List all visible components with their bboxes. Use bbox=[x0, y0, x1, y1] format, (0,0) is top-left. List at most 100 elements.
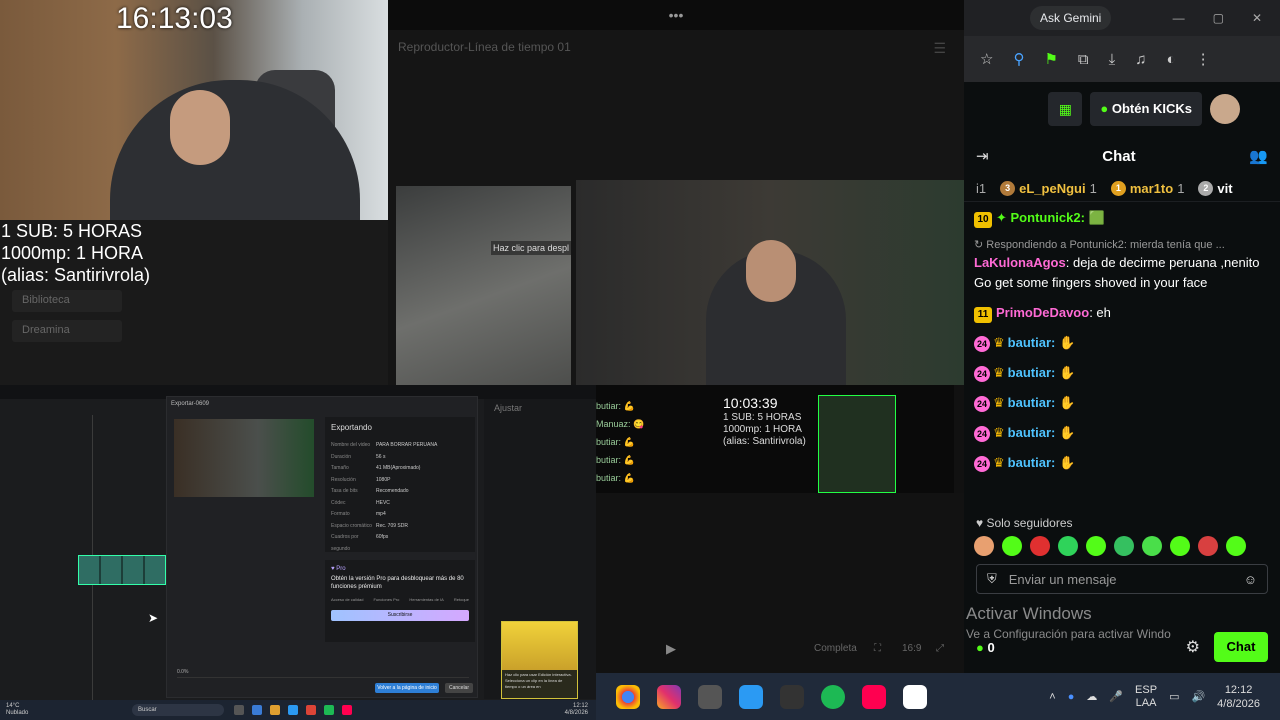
chat-message[interactable]: 24 ♛ bautiar: ✋ bbox=[974, 363, 1270, 383]
app-icon[interactable] bbox=[270, 705, 280, 715]
subscribe-button[interactable]: Suscribirse bbox=[331, 610, 469, 621]
emote: ✋ bbox=[1059, 455, 1076, 470]
chat-message[interactable]: 24 ♛ bautiar: ✋ bbox=[974, 423, 1270, 443]
chat-input[interactable]: ⛨ Enviar un mensaje ☺ bbox=[976, 564, 1268, 594]
vscode-icon[interactable] bbox=[739, 684, 763, 709]
taskbar-clock[interactable]: 12:12 4/8/2026 bbox=[1217, 683, 1280, 711]
app-icon[interactable] bbox=[288, 705, 298, 715]
chat-username[interactable]: bautiar: bbox=[1008, 395, 1056, 410]
weather-widget[interactable]: 14°C Nublado bbox=[0, 703, 110, 717]
emote-button[interactable] bbox=[1030, 536, 1050, 556]
extension-icon[interactable]: ⚲ bbox=[1013, 50, 1024, 68]
emote-button[interactable] bbox=[1086, 536, 1106, 556]
preview-clip-right[interactable] bbox=[576, 180, 964, 390]
chat-message[interactable]: 24 ♛ bautiar: ✋ bbox=[974, 393, 1270, 413]
chat-username[interactable]: bautiar: bbox=[1008, 335, 1056, 350]
pro-feature: Herramientas de IA bbox=[409, 597, 444, 602]
app-icon[interactable] bbox=[324, 705, 334, 715]
users-icon[interactable]: 👥 bbox=[1249, 147, 1268, 165]
profile-icon[interactable]: ◐ bbox=[1167, 51, 1176, 68]
emoji-icon[interactable]: ☺ bbox=[1244, 572, 1257, 587]
cancel-button[interactable]: Cancelar bbox=[445, 683, 473, 693]
chat-message[interactable]: 11 PrimoDeDavoo: eh bbox=[974, 303, 1270, 323]
emote-button[interactable] bbox=[974, 536, 994, 556]
spotify-icon[interactable] bbox=[821, 684, 845, 709]
bookmark-star-icon[interactable]: ☆ bbox=[980, 50, 993, 68]
fullscreen-icon[interactable]: ⤢ bbox=[936, 643, 944, 654]
kicks-balance[interactable]: ● 0 bbox=[976, 640, 995, 655]
maximize-icon[interactable]: ▢ bbox=[1213, 11, 1224, 25]
windows-taskbar: ˄ ● ☁ 🎤 ESP LAA ▭ 🔊 12:12 4/8/2026 bbox=[596, 673, 1280, 720]
preview-clip-left[interactable]: Haz clic para despl bbox=[396, 186, 571, 385]
reply-context[interactable]: ↻ Respondiendo a Pontunick2: mierda tení… bbox=[974, 238, 1270, 251]
emote-button[interactable] bbox=[1198, 536, 1218, 556]
app-icon[interactable] bbox=[252, 705, 262, 715]
window-drag-handle[interactable]: ••• bbox=[388, 0, 964, 30]
cloud-icon[interactable]: ☁ bbox=[1086, 690, 1097, 703]
chat-message[interactable]: LaKulonaAgos: deja de decirme peruana ,n… bbox=[974, 253, 1270, 293]
extension-icon[interactable]: ⚑ bbox=[1044, 50, 1057, 68]
gifter[interactable]: 3 eL_peNgui 1 bbox=[1000, 181, 1097, 196]
emote-button[interactable] bbox=[1226, 536, 1246, 556]
puzzle-icon[interactable]: ⧉ bbox=[1078, 51, 1089, 68]
sidebar-item-biblioteca[interactable]: Biblioteca bbox=[12, 290, 122, 312]
gifter[interactable]: 1 mar1to 1 bbox=[1110, 181, 1184, 196]
obs-icon[interactable] bbox=[698, 684, 722, 709]
language-indicator[interactable]: ESP LAA bbox=[1135, 684, 1157, 710]
ask-gemini-button[interactable]: Ask Gemini bbox=[1030, 6, 1112, 30]
instagram-icon[interactable] bbox=[657, 684, 681, 709]
chevron-up-icon[interactable]: ˄ bbox=[1049, 691, 1055, 703]
play-icon[interactable]: ▶ bbox=[666, 641, 676, 657]
gear-icon[interactable]: ⚙ bbox=[1186, 637, 1200, 657]
timeline-clip[interactable] bbox=[78, 555, 166, 585]
emote-button[interactable] bbox=[1058, 536, 1078, 556]
adjust-tab[interactable]: Ajustar bbox=[484, 399, 596, 417]
emote-button[interactable] bbox=[1170, 536, 1190, 556]
microphone-icon[interactable]: 🎤 bbox=[1109, 690, 1123, 703]
emote-button[interactable] bbox=[1114, 536, 1134, 556]
chat-username[interactable]: bautiar: bbox=[1008, 425, 1056, 440]
chat-message[interactable]: 24 ♛ bautiar: ✋ bbox=[974, 453, 1270, 473]
chat-username[interactable]: PrimoDeDavoo bbox=[996, 305, 1089, 320]
chat-message[interactable]: 10 ✦ Pontunick2: 🟩 bbox=[974, 208, 1270, 228]
download-icon[interactable]: ⤓ bbox=[1109, 51, 1116, 68]
taskbar-date: 4/8/2026 bbox=[1217, 697, 1260, 710]
avatar[interactable] bbox=[1210, 94, 1240, 124]
chat-username[interactable]: LaKulonaAgos bbox=[974, 255, 1066, 270]
gifter[interactable]: 2 vit bbox=[1198, 181, 1233, 196]
taskbar-search[interactable]: Buscar bbox=[132, 704, 224, 716]
capcut-icon[interactable] bbox=[903, 684, 927, 709]
home-button[interactable]: Volver a la página de inicio bbox=[375, 683, 439, 693]
chat-username[interactable]: bautiar: bbox=[1008, 365, 1056, 380]
volume-icon[interactable]: 🔊 bbox=[1191, 690, 1205, 703]
chrome-icon[interactable] bbox=[616, 684, 640, 709]
export-property-row: Duración 56 s bbox=[331, 452, 469, 464]
kebab-menu-icon[interactable]: ⋮ bbox=[1196, 50, 1211, 68]
app-icon[interactable] bbox=[342, 705, 352, 715]
network-icon[interactable]: ▭ bbox=[1169, 690, 1179, 703]
camera-icon[interactable] bbox=[780, 684, 804, 709]
media-icon[interactable]: ♫ bbox=[1135, 51, 1146, 68]
focus-icon[interactable]: ⛶ bbox=[874, 643, 881, 654]
emote-button[interactable] bbox=[1142, 536, 1162, 556]
emote-button[interactable] bbox=[1002, 536, 1022, 556]
get-kicks-button[interactable]: ● Obtén KICKs bbox=[1090, 92, 1202, 126]
gift-icon[interactable]: ▦ bbox=[1048, 92, 1083, 126]
send-chat-button[interactable]: Chat bbox=[1214, 632, 1268, 662]
inner-taskbar-clock[interactable]: 12:12 4/8/2026 bbox=[565, 703, 596, 717]
chat-username[interactable]: Pontunick2: bbox=[1011, 210, 1085, 225]
sidebar-item-dreamina[interactable]: Dreamina bbox=[12, 320, 122, 342]
close-icon[interactable]: ✕ bbox=[1252, 11, 1262, 25]
collapse-chat-icon[interactable]: ⇥ bbox=[976, 147, 989, 165]
aspect-ratio-select[interactable]: 16:9 bbox=[902, 643, 921, 654]
app-icon[interactable] bbox=[306, 705, 316, 715]
minimize-icon[interactable]: — bbox=[1173, 11, 1185, 25]
chat-username[interactable]: bautiar: bbox=[1008, 455, 1056, 470]
menu-icon[interactable]: ☰ bbox=[933, 40, 946, 57]
tray-app-icon[interactable]: ● bbox=[1068, 691, 1075, 703]
app-icon[interactable] bbox=[234, 705, 244, 715]
tiktok-icon[interactable] bbox=[862, 684, 886, 709]
chat-message[interactable]: 24 ♛ bautiar: ✋ bbox=[974, 333, 1270, 353]
view-mode-select[interactable]: Completa bbox=[814, 643, 857, 654]
export-property-row: Espacio cromático Rec. 709 SDR bbox=[331, 521, 469, 533]
